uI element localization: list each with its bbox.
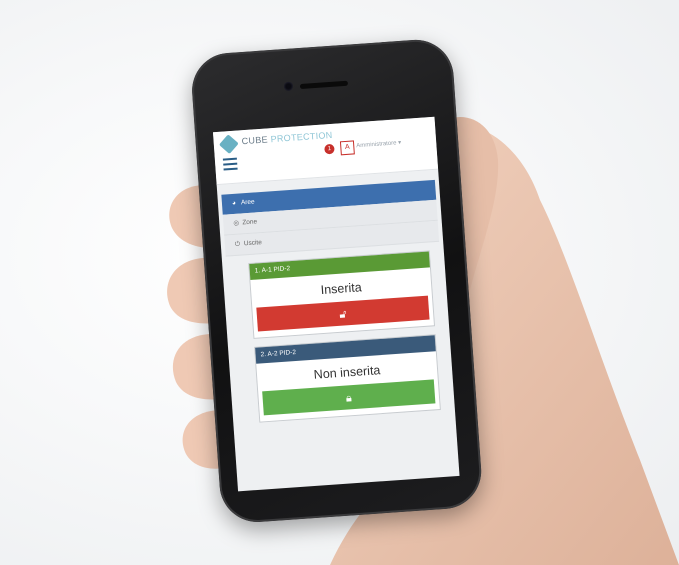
speaker-grille — [299, 80, 349, 90]
lock-icon: 🔒︎ — [345, 392, 353, 405]
arm-area-button[interactable]: 🔒︎ — [262, 379, 436, 416]
area-card: 1. A-1 PID-2 Inserita 🔓︎ — [248, 250, 436, 339]
sidebar-nav: ◕ Aree ◎ Zone ⏻ Uscite — [221, 179, 440, 257]
area-card: 2. A-2 PID-2 Non inserita 🔒︎ — [254, 334, 441, 423]
nav-item-label: Uscite — [243, 239, 263, 248]
nav-item-label: Zone — [242, 218, 258, 227]
smartphone: CUBE PROTECTION 1 A Amministratore ▾ ◕ Ar… — [189, 37, 484, 525]
user-menu[interactable]: Amministratore ▾ — [356, 139, 401, 149]
app-header: CUBE PROTECTION 1 A Amministratore ▾ — [212, 116, 439, 186]
nav-item-label: Aree — [240, 198, 255, 207]
logo-accent: PROTECTION — [270, 129, 333, 145]
user-avatar[interactable]: A — [339, 140, 355, 156]
cube-logo-icon — [218, 134, 239, 155]
hamburger-menu-icon[interactable] — [222, 157, 238, 171]
logo-main: CUBE — [241, 134, 269, 147]
app-logo: CUBE PROTECTION — [241, 130, 333, 146]
phone-screen: CUBE PROTECTION 1 A Amministratore ▾ ◕ Ar… — [212, 116, 460, 492]
alert-count: 1 — [327, 146, 332, 153]
unlock-icon: 🔓︎ — [339, 308, 347, 321]
camera-icon — [283, 81, 294, 92]
disarm-area-button[interactable]: 🔓︎ — [256, 295, 430, 332]
